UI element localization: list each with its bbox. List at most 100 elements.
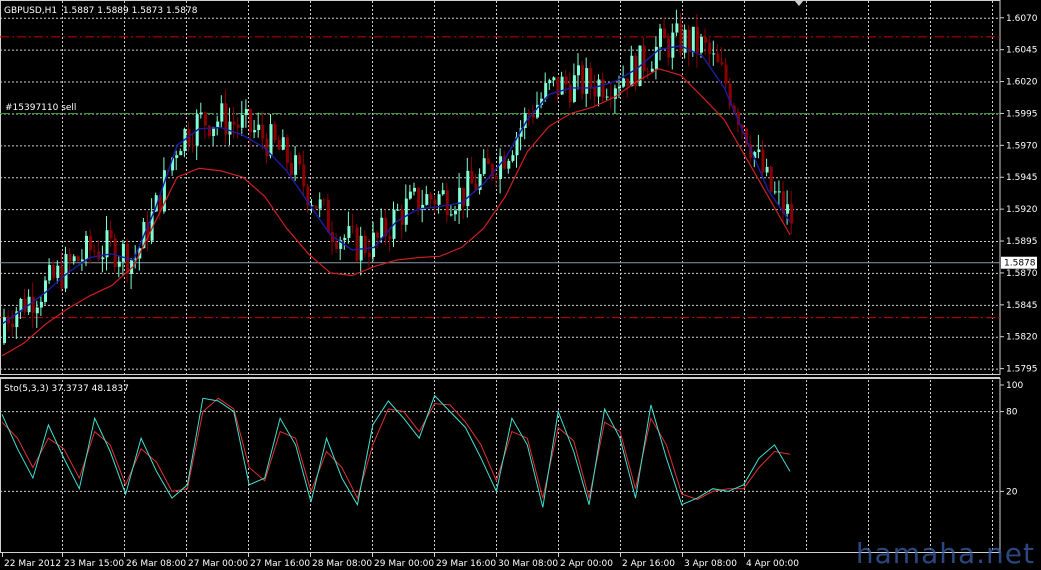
- candle-body: [318, 199, 322, 209]
- order-label[interactable]: #15397110 sell: [5, 103, 76, 114]
- candle-body: [560, 76, 564, 95]
- quote-label: 1.5887 1.5889 1.5873 1.5878: [62, 6, 198, 16]
- candle-body: [220, 103, 224, 122]
- candle-body: [52, 264, 56, 279]
- candle-body: [216, 121, 220, 128]
- candle-body: [191, 145, 195, 147]
- candle-body: [683, 29, 687, 53]
- candle-body: [68, 253, 72, 262]
- candle-body: [425, 194, 429, 205]
- candle-body: [597, 79, 601, 97]
- candle-body: [363, 235, 367, 253]
- candle-body: [437, 194, 441, 205]
- candle-body: [404, 198, 408, 225]
- candle-body: [326, 199, 330, 233]
- candle-body: [790, 204, 794, 224]
- candle-body: [605, 96, 609, 98]
- price-tick-label: 1.5845: [1006, 301, 1038, 311]
- candle-body: [85, 235, 88, 260]
- candle-body: [589, 68, 593, 88]
- time-tick-label: 4 Apr 00:00: [746, 559, 799, 569]
- candle-body: [105, 230, 109, 258]
- chart-shift-marker-icon[interactable]: [794, 0, 804, 6]
- time-tick-label: 22 Mar 2012: [4, 559, 61, 569]
- candle-body: [236, 124, 240, 128]
- time-tick-label: 26 Mar 08:00: [126, 559, 186, 569]
- candle-body: [347, 226, 351, 238]
- candle-body: [294, 155, 298, 175]
- candle-body: [695, 26, 699, 53]
- candle-body: [769, 166, 773, 192]
- candle-body: [376, 232, 380, 238]
- candle-body: [650, 68, 654, 72]
- candle-body: [671, 32, 675, 58]
- candle-body: [203, 112, 207, 126]
- candle-body: [72, 256, 76, 262]
- candle-body: [56, 265, 60, 279]
- candle-body: [372, 232, 375, 257]
- candle-body: [228, 121, 232, 135]
- candle-body: [244, 109, 248, 116]
- candle-body: [302, 164, 306, 187]
- candle-body: [253, 130, 257, 133]
- candle-body: [786, 204, 790, 214]
- candle-body: [511, 155, 515, 161]
- candle-body: [724, 64, 728, 84]
- candle-body: [577, 65, 580, 76]
- candle-body: [486, 158, 490, 165]
- price-tick-label: 1.5945: [1006, 173, 1038, 183]
- candle-body: [466, 170, 470, 207]
- candle-body: [23, 298, 27, 313]
- candle-body: [93, 250, 97, 252]
- candle-body: [712, 53, 716, 55]
- candle-body: [601, 79, 605, 98]
- candle-body: [708, 42, 712, 55]
- candle-body: [335, 241, 339, 249]
- candle-body: [761, 149, 765, 173]
- price-tick-label: 1.5820: [1006, 333, 1038, 343]
- time-tick-label: 27 Mar 00:00: [188, 559, 248, 569]
- candle-body: [240, 115, 244, 128]
- candle-body: [388, 236, 392, 239]
- candle-body: [355, 227, 359, 261]
- candle-body: [507, 160, 511, 169]
- candle-body: [64, 253, 68, 289]
- candle-body: [281, 137, 285, 150]
- candle-body: [585, 68, 589, 94]
- price-chart[interactable]: 1.6070 1.6045 1.6020 1.5995 1.5970 1.5945 1.59…: [0, 0, 1041, 570]
- stoch-tick-label: 100: [1006, 381, 1023, 391]
- candle-body: [121, 243, 125, 262]
- candle-body: [429, 194, 433, 200]
- candle-body: [35, 307, 39, 314]
- price-tick-label: 1.5895: [1006, 237, 1038, 247]
- candle-body: [101, 257, 105, 260]
- candle-body: [765, 166, 769, 173]
- candle-body: [622, 78, 626, 87]
- price-tick-label: 1.6070: [1006, 14, 1038, 24]
- candle-body: [117, 261, 121, 267]
- candle-body: [704, 37, 708, 43]
- candle-body: [449, 214, 453, 216]
- stoch-tick-label: 20: [1006, 487, 1018, 497]
- symbol-label: GBPUSD,H1: [4, 6, 58, 16]
- candle-body: [552, 77, 556, 81]
- candle-body: [663, 28, 667, 39]
- time-tick-label: 27 Mar 16:00: [250, 559, 310, 569]
- candle-body: [470, 170, 474, 184]
- price-tick-label: 1.5795: [1006, 365, 1038, 375]
- candle-body: [31, 296, 35, 314]
- candle-body: [199, 112, 203, 115]
- candle-body: [757, 149, 761, 153]
- candle-body: [11, 323, 15, 328]
- candle-body: [179, 151, 183, 156]
- candle-body: [273, 124, 277, 141]
- candle-body: [314, 205, 318, 209]
- time-tick-label: 23 Mar 15:00: [64, 559, 124, 569]
- candle-body: [408, 191, 412, 199]
- candle-body: [285, 137, 289, 163]
- candle-body: [462, 187, 466, 207]
- candle-body: [277, 140, 281, 150]
- watermark: hamaha.net: [855, 537, 1035, 570]
- candle-body: [261, 124, 265, 139]
- candle-body: [527, 113, 531, 115]
